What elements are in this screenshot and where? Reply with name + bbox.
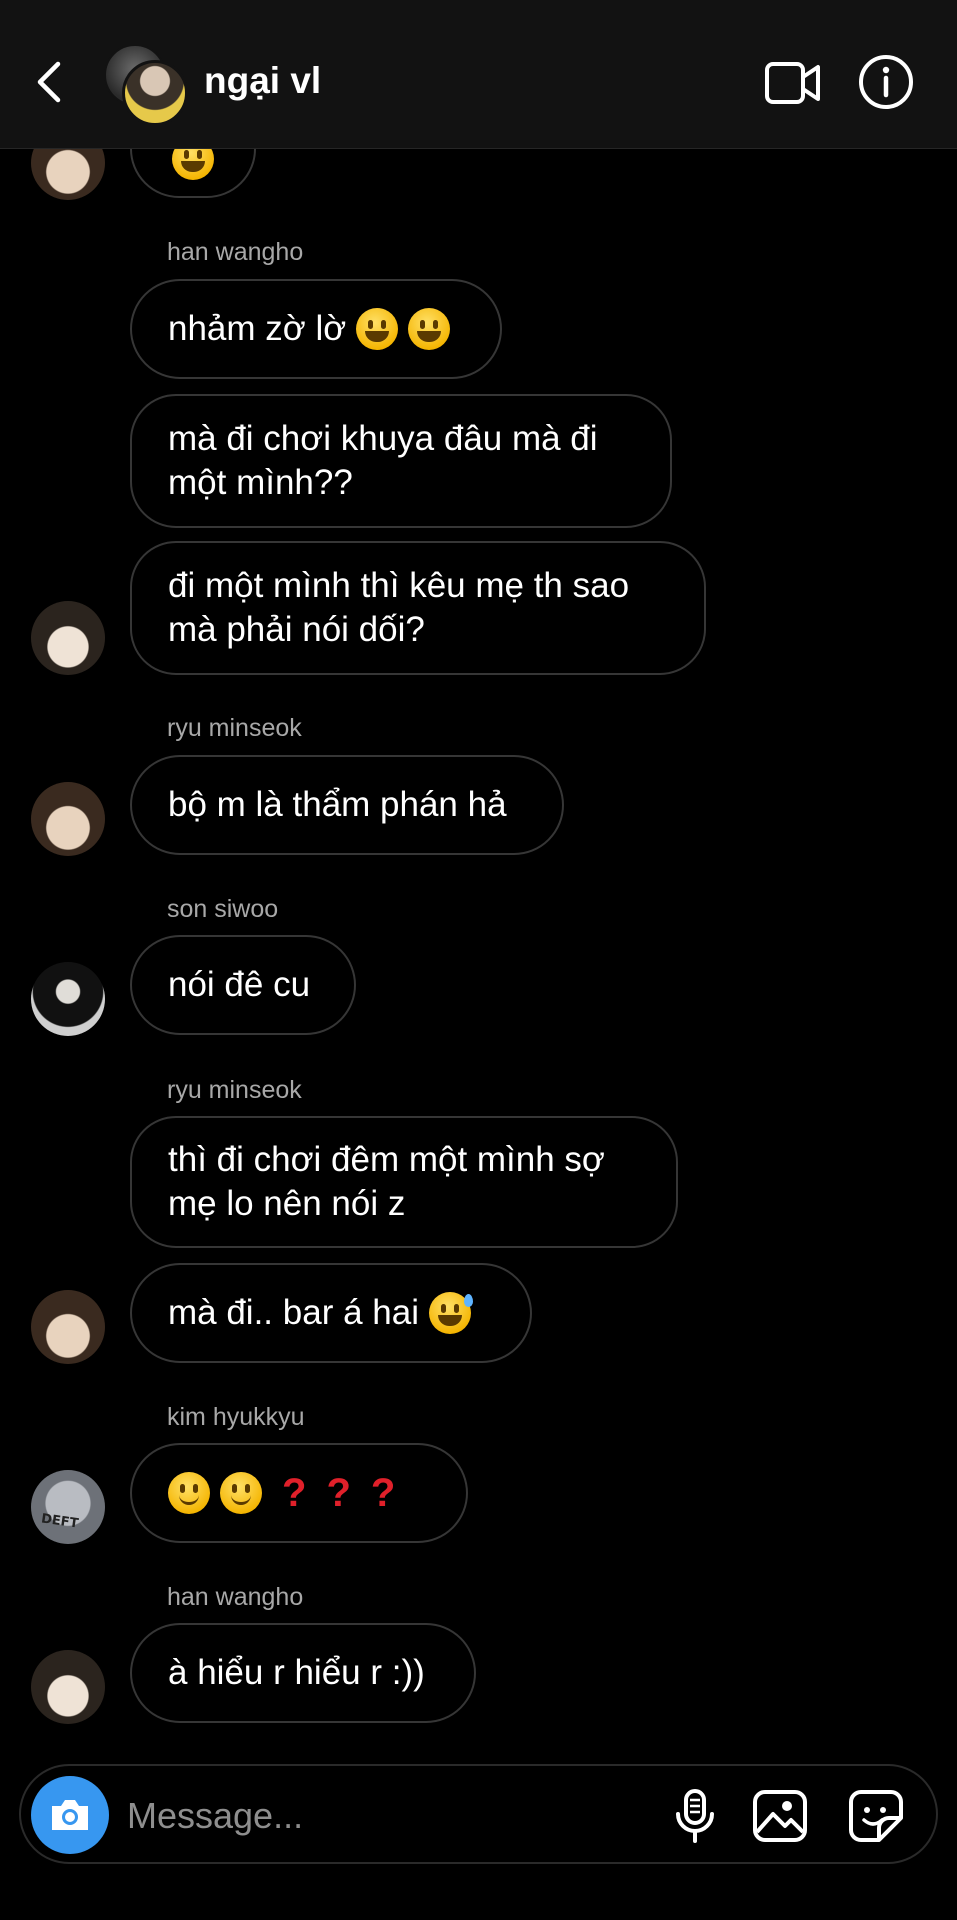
message-text: nói đê cu bbox=[168, 965, 311, 1004]
message-bubble[interactable]: mà đi chơi khuya đâu mà đi một mình?? bbox=[130, 394, 672, 528]
avatar-ryu-minseok[interactable] bbox=[31, 782, 105, 856]
message-bubble[interactable]: đi một mình thì kêu mẹ th sao mà phải nó… bbox=[130, 541, 706, 675]
chat-header: ngại vl bbox=[0, 0, 957, 149]
avatar-son-siwoo[interactable] bbox=[31, 962, 105, 1036]
avatar-han-wangho[interactable] bbox=[31, 601, 105, 675]
microphone-icon bbox=[676, 1789, 714, 1843]
sticker-button[interactable] bbox=[847, 1788, 905, 1844]
message-text: bộ m là thẩm phán hả bbox=[168, 785, 507, 824]
message-bubble[interactable]: mà đi.. bar á hai bbox=[130, 1263, 532, 1363]
avatar-ryu-minseok[interactable] bbox=[31, 1290, 105, 1364]
camera-icon bbox=[52, 1800, 88, 1830]
message-bubble[interactable]: nhảm zờ lờ bbox=[130, 279, 502, 379]
avatar-shirt-text: DEFT bbox=[40, 1511, 80, 1532]
grin-emoji-icon bbox=[356, 308, 399, 350]
avatar-han-wangho[interactable] bbox=[31, 1650, 105, 1724]
sender-name: ryu minseok bbox=[167, 714, 302, 742]
slight-smile-emoji-icon bbox=[168, 1472, 210, 1514]
avatar-kim-hyukkyu[interactable]: DEFT bbox=[31, 1470, 105, 1544]
slight-smile-emoji-icon bbox=[220, 1472, 262, 1514]
gallery-button[interactable] bbox=[751, 1788, 809, 1844]
message-bubble[interactable]: thì đi chơi đêm một mình sợ mẹ lo nên nó… bbox=[130, 1116, 678, 1248]
info-button[interactable] bbox=[858, 54, 914, 110]
message-text-line2: một mình?? bbox=[168, 463, 353, 502]
message-text: nhảm zờ lờ bbox=[168, 309, 347, 348]
back-arrow-icon bbox=[37, 61, 61, 103]
question-mark: ? bbox=[370, 1471, 396, 1515]
chat-title[interactable]: ngại vl bbox=[204, 60, 321, 102]
question-mark: ? bbox=[282, 1471, 307, 1515]
group-avatar[interactable] bbox=[104, 44, 188, 126]
info-icon bbox=[859, 55, 913, 109]
message-bubble[interactable]: bộ m là thẩm phán hả bbox=[130, 755, 564, 855]
sender-name: han wangho bbox=[167, 1583, 304, 1611]
gallery-icon bbox=[753, 1790, 807, 1842]
video-camera-icon bbox=[765, 62, 820, 104]
message-text: à hiểu r hiểu r :)) bbox=[168, 1653, 425, 1692]
message-bubble[interactable]: ? ? ? bbox=[130, 1443, 468, 1543]
message-text-line1: mà đi chơi khuya đâu mà đi bbox=[168, 419, 598, 458]
question-mark: ? bbox=[326, 1471, 351, 1515]
group-avatar-front bbox=[122, 60, 188, 126]
voice-message-button[interactable] bbox=[666, 1788, 724, 1844]
video-call-button[interactable] bbox=[764, 60, 822, 106]
message-text-line1: thì đi chơi đêm một mình sợ bbox=[168, 1140, 605, 1179]
message-bubble[interactable]: à hiểu r hiểu r :)) bbox=[130, 1623, 476, 1723]
message-text: mà đi.. bar á hai bbox=[168, 1293, 419, 1332]
message-input[interactable] bbox=[125, 1790, 529, 1842]
message-composer bbox=[19, 1764, 938, 1864]
message-text-line2: mẹ lo nên nói z bbox=[168, 1184, 406, 1223]
sender-name: kim hyukkyu bbox=[167, 1403, 305, 1431]
message-text-line2: mà phải nói dối? bbox=[168, 610, 425, 649]
grin-emoji-icon bbox=[408, 308, 451, 350]
message-text-line1: đi một mình thì kêu mẹ th sao bbox=[168, 566, 630, 605]
message-bubble[interactable]: nói đê cu bbox=[130, 935, 356, 1035]
sweat-smile-emoji-icon bbox=[428, 1292, 473, 1334]
sender-name: ryu minseok bbox=[167, 1076, 302, 1104]
sender-name: han wangho bbox=[167, 238, 304, 266]
sender-name: son siwoo bbox=[167, 895, 279, 923]
camera-button[interactable] bbox=[31, 1776, 109, 1854]
sticker-icon bbox=[849, 1790, 903, 1842]
back-button[interactable] bbox=[30, 58, 70, 106]
